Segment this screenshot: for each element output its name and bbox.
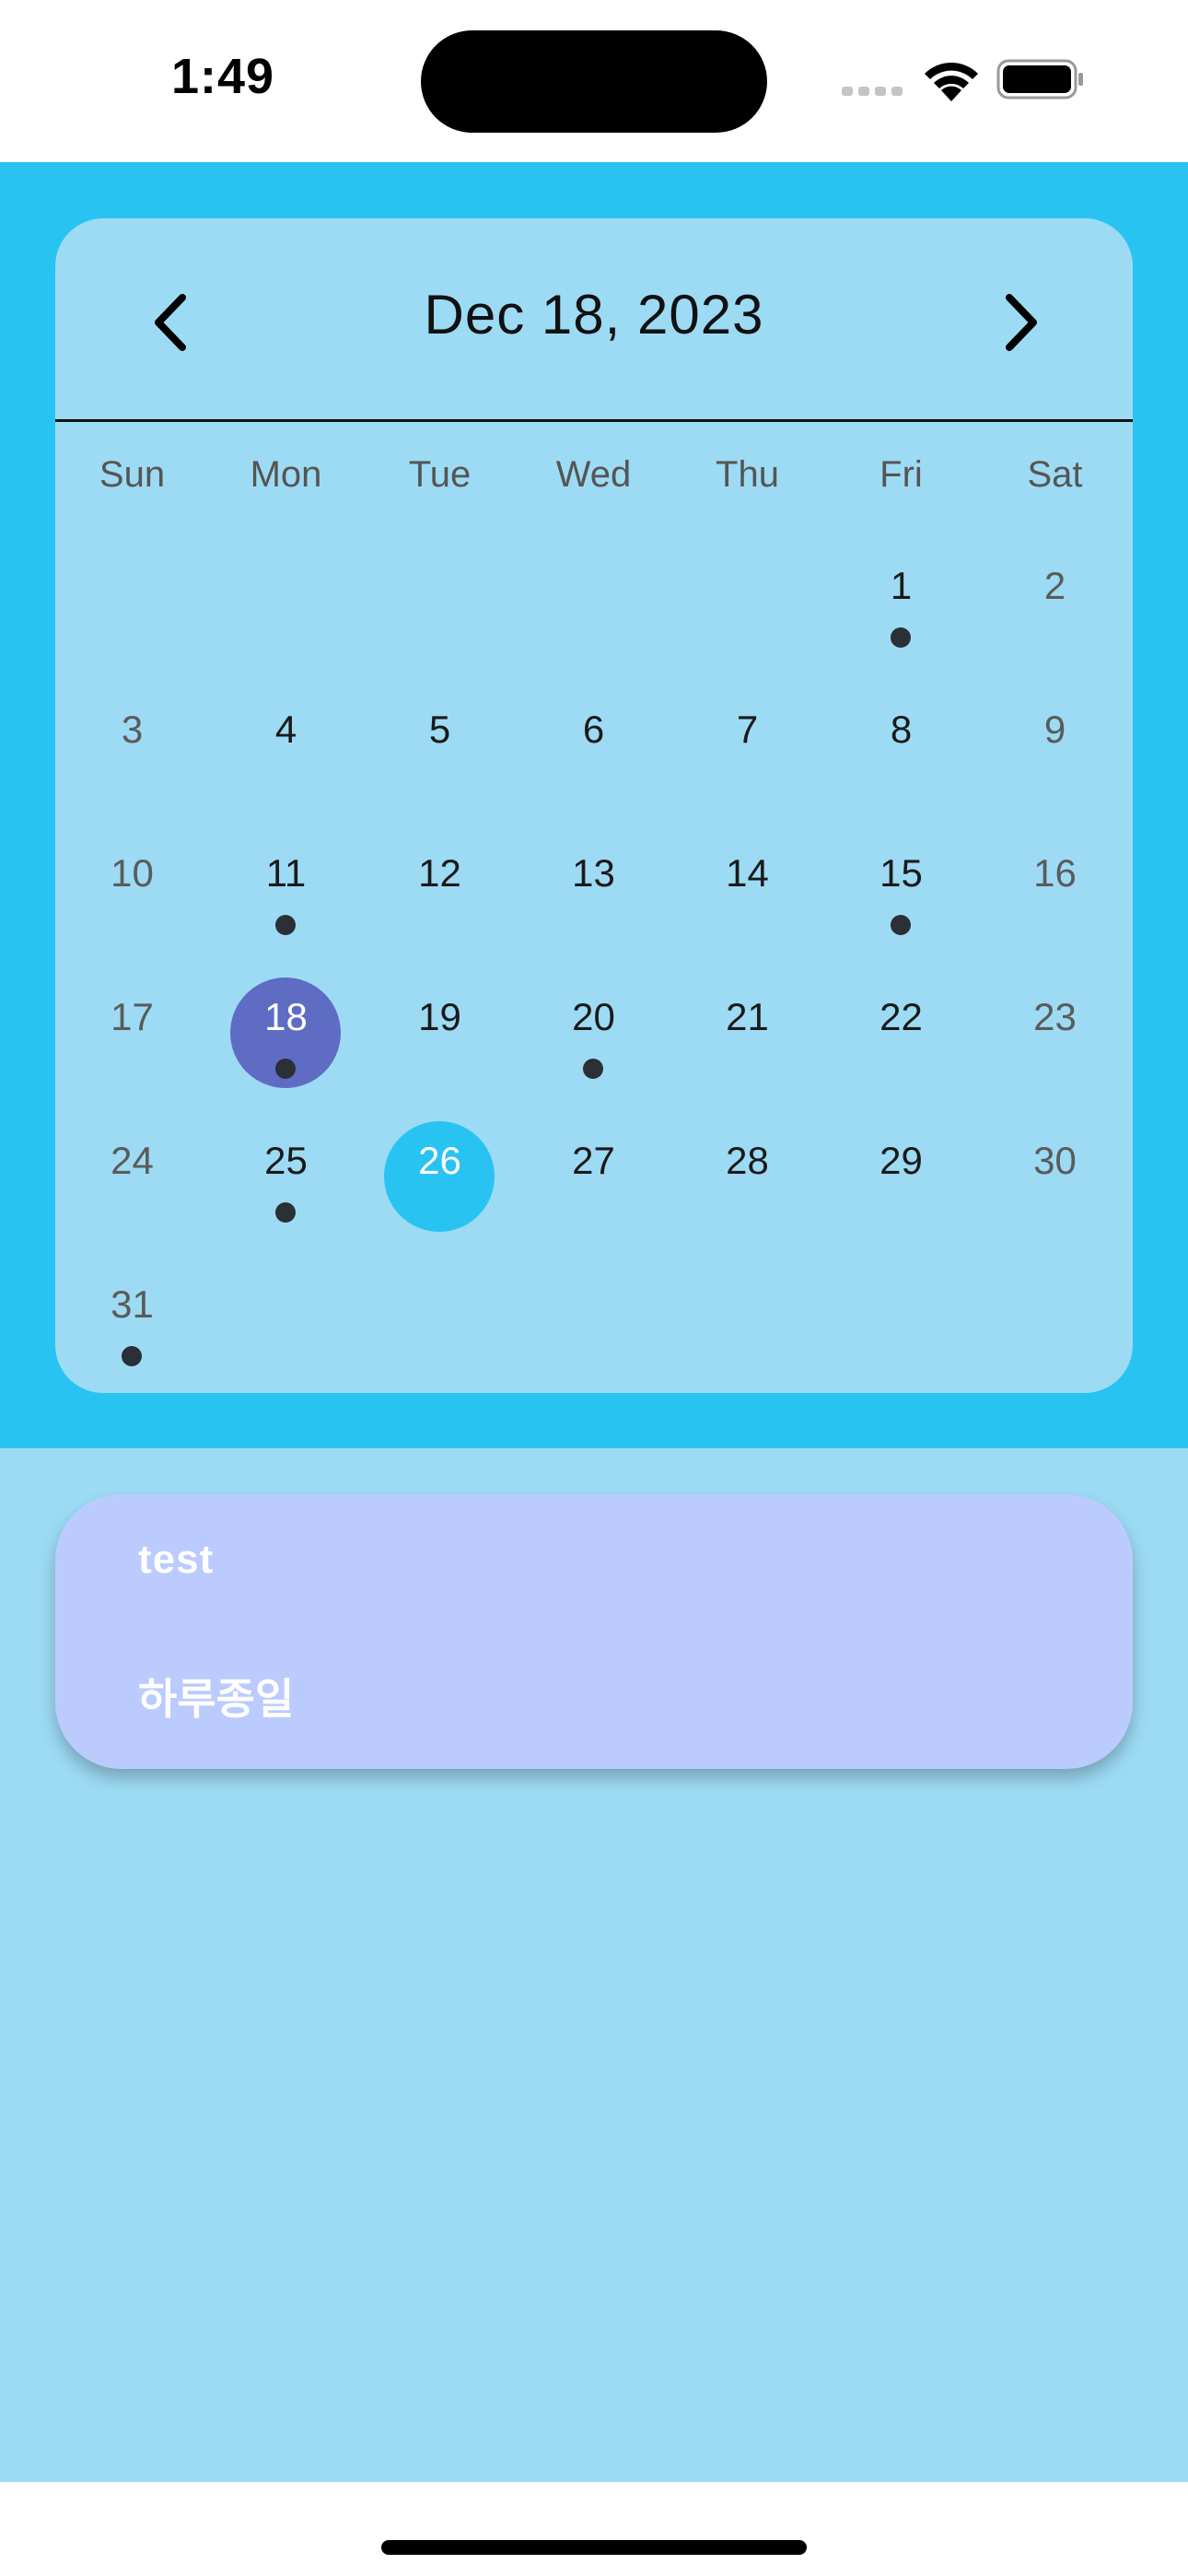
calendar-day-17[interactable]: 17: [55, 961, 209, 1105]
calendar-day-5[interactable]: 5: [363, 673, 517, 817]
weekday-sat: Sat: [1027, 454, 1083, 495]
calendar-day-number: 1: [890, 564, 913, 607]
calendar-day-30[interactable]: 30: [978, 1105, 1132, 1248]
event-marker-dot: [275, 915, 296, 935]
calendar-day-number: 2: [1043, 564, 1066, 607]
cellular-signal-icon: [842, 83, 904, 96]
calendar-day-14[interactable]: 14: [670, 817, 824, 961]
calendar-day-25[interactable]: 25: [209, 1105, 363, 1248]
calendar-day-number: 21: [726, 995, 769, 1038]
calendar-day-12[interactable]: 12: [363, 817, 517, 961]
calendar-day-16[interactable]: 16: [978, 817, 1132, 961]
calendar-day-19[interactable]: 19: [363, 961, 517, 1105]
calendar-day-18[interactable]: 18: [209, 961, 363, 1105]
weekday-tue: Tue: [408, 454, 472, 495]
calendar-day-26[interactable]: 26: [363, 1105, 517, 1248]
calendar-day-number: 7: [736, 708, 759, 751]
calendar-day-10[interactable]: 10: [55, 817, 209, 961]
calendar-day-number: 31: [111, 1282, 154, 1326]
calendar-day-number: 12: [418, 851, 461, 895]
event-title: test: [138, 1537, 215, 1582]
calendar-day-number: 15: [879, 851, 923, 895]
calendar-day-number: 29: [879, 1139, 923, 1182]
calendar-day-number: 23: [1033, 995, 1077, 1038]
calendar-day-number: 24: [111, 1139, 154, 1182]
battery-icon: [996, 59, 1083, 100]
calendar-day-number: 8: [890, 708, 913, 751]
event-marker-dot: [275, 1202, 296, 1223]
home-bar-area: [0, 2482, 1188, 2576]
calendar-day-number: 16: [1033, 851, 1077, 895]
calendar-title: Dec 18, 2023: [424, 284, 764, 345]
calendar-day-number: 27: [572, 1139, 615, 1182]
calendar-day-number: 22: [879, 995, 923, 1038]
calendar-day-20[interactable]: 20: [517, 961, 670, 1105]
event-marker-dot: [583, 1059, 603, 1079]
calendar-day-number: 3: [121, 708, 144, 751]
calendar-day-number: 11: [265, 851, 307, 895]
calendar-day-21[interactable]: 21: [670, 961, 824, 1105]
calendar-day-number: 4: [274, 708, 297, 751]
calendar-day-number: 18: [264, 995, 308, 1038]
calendar-day-number: 19: [418, 995, 461, 1038]
dynamic-island: [421, 30, 767, 133]
calendar-day-number: 30: [1033, 1139, 1077, 1182]
calendar-day-29[interactable]: 29: [824, 1105, 978, 1248]
calendar-day-31[interactable]: 31: [55, 1248, 209, 1392]
event-card[interactable]: test 하루종일: [55, 1494, 1133, 1769]
calendar-day-7[interactable]: 7: [670, 673, 824, 817]
weekday-fri: Fri: [879, 454, 923, 495]
calendar-day-1[interactable]: 1: [824, 530, 978, 673]
event-marker-dot: [122, 1346, 142, 1366]
calendar-day-number: 13: [572, 851, 615, 895]
chevron-right-icon[interactable]: [987, 290, 1052, 355]
calendar-day-number: 20: [572, 995, 615, 1038]
event-marker-dot: [891, 627, 911, 648]
calendar: Dec 18, 2023 Sun Mon Tue Wed Thu Fri Sat…: [55, 218, 1133, 1393]
calendar-day-15[interactable]: 15: [824, 817, 978, 961]
calendar-day-number: 14: [726, 851, 769, 895]
event-marker-dot: [275, 1059, 296, 1079]
wifi-icon: [925, 62, 978, 101]
calendar-day-13[interactable]: 13: [517, 817, 670, 961]
calendar-day-22[interactable]: 22: [824, 961, 978, 1105]
calendar-day-6[interactable]: 6: [517, 673, 670, 817]
calendar-day-2[interactable]: 2: [978, 530, 1132, 673]
calendar-day-11[interactable]: 11: [209, 817, 363, 961]
home-indicator[interactable]: [381, 2540, 807, 2555]
weekday-thu: Thu: [716, 454, 779, 495]
status-time: 1:49: [171, 49, 275, 104]
calendar-day-4[interactable]: 4: [209, 673, 363, 817]
weekday-mon: Mon: [250, 454, 322, 495]
event-marker-dot: [891, 915, 911, 935]
calendar-day-23[interactable]: 23: [978, 961, 1132, 1105]
calendar-day-9[interactable]: 9: [978, 673, 1132, 817]
calendar-day-number: 9: [1043, 708, 1066, 751]
calendar-day-3[interactable]: 3: [55, 673, 209, 817]
calendar-day-number: 6: [582, 708, 605, 751]
weekday-sun: Sun: [99, 454, 166, 495]
weekday-wed: Wed: [555, 454, 632, 495]
calendar-day-8[interactable]: 8: [824, 673, 978, 817]
calendar-day-27[interactable]: 27: [517, 1105, 670, 1248]
calendar-day-24[interactable]: 24: [55, 1105, 209, 1248]
event-time-label: 하루종일: [138, 1675, 295, 1723]
calendar-header: Dec 18, 2023: [55, 218, 1133, 422]
calendar-day-number: 10: [111, 851, 154, 895]
calendar-day-number: 28: [726, 1139, 769, 1182]
calendar-day-number: 17: [111, 995, 154, 1038]
calendar-day-number: 5: [428, 708, 451, 751]
calendar-day-28[interactable]: 28: [670, 1105, 824, 1248]
status-bar: 1:49: [0, 0, 1188, 162]
calendar-day-number: 25: [264, 1139, 308, 1182]
calendar-day-number: 26: [418, 1139, 461, 1182]
